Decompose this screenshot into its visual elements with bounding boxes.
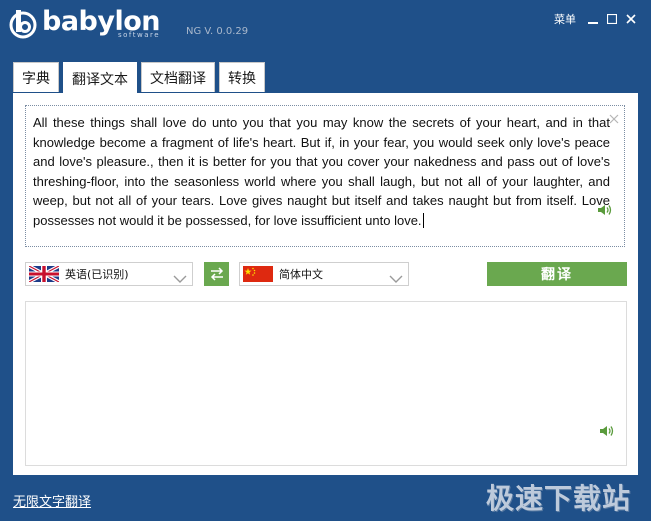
- output-speaker-icon[interactable]: [599, 423, 615, 437]
- clear-text-icon[interactable]: [609, 109, 619, 124]
- china-flag-icon: [243, 266, 273, 282]
- chevron-down-icon[interactable]: [173, 269, 187, 283]
- tab-bar: 字典 翻译文本 文档翻译 转换: [13, 62, 265, 94]
- translate-button[interactable]: 翻译: [487, 262, 627, 286]
- maximize-icon[interactable]: [606, 13, 618, 25]
- language-row: 英语(已识别) 简体中文 翻译: [25, 262, 627, 286]
- logo-subtext: software: [118, 31, 161, 39]
- translate-panel: All these things shall love do unto you …: [13, 93, 638, 475]
- unlimited-translation-link[interactable]: 无限文字翻译: [13, 491, 91, 510]
- minimize-icon[interactable]: [587, 13, 599, 25]
- output-text-area[interactable]: [25, 301, 627, 466]
- text-cursor: [422, 212, 424, 228]
- swap-icon: [210, 267, 223, 281]
- uk-flag-icon: [28, 264, 60, 284]
- target-language-select[interactable]: 简体中文: [239, 262, 409, 286]
- source-text[interactable]: All these things shall love do unto you …: [33, 113, 610, 231]
- source-speaker-icon[interactable]: [597, 202, 613, 216]
- tab-translate-text[interactable]: 翻译文本: [63, 62, 137, 94]
- babylon-logo-icon: [8, 8, 38, 39]
- swap-languages-button[interactable]: [204, 262, 229, 286]
- source-text-area[interactable]: All these things shall love do unto you …: [25, 105, 625, 247]
- tab-dictionary[interactable]: 字典: [13, 62, 59, 92]
- source-language-select[interactable]: 英语(已识别): [25, 262, 193, 286]
- tab-convert[interactable]: 转换: [219, 62, 265, 92]
- watermark-text: 极速下载站: [485, 482, 631, 515]
- source-text-content: All these things shall love do unto you …: [33, 115, 610, 228]
- tab-document-translation[interactable]: 文档翻译: [141, 62, 215, 92]
- close-icon[interactable]: [625, 13, 637, 25]
- version-label: NG V. 0.0.29: [186, 26, 249, 37]
- menu-button[interactable]: 菜单: [554, 11, 576, 27]
- chevron-down-icon[interactable]: [389, 269, 403, 283]
- source-language-label: 英语(已识别): [65, 268, 129, 281]
- target-language-label: 简体中文: [279, 268, 323, 281]
- app-window: babylon software NG V. 0.0.29 菜单 字典 翻译文本…: [0, 0, 651, 521]
- window-controls: 菜单: [554, 11, 637, 27]
